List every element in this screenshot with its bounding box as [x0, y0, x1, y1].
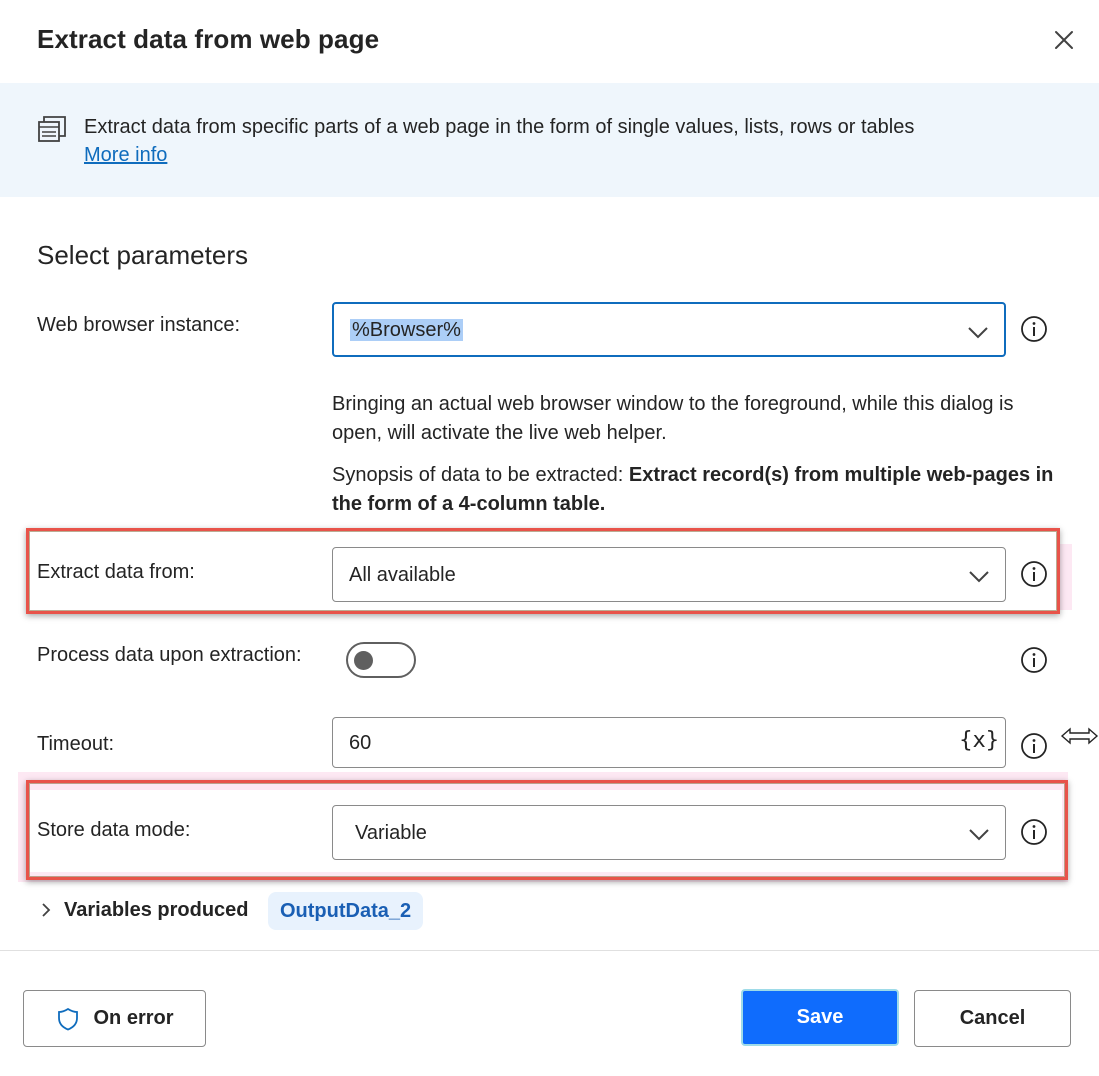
chevron-down-icon [969, 829, 989, 841]
more-info-link[interactable]: More info [84, 144, 167, 167]
browser-instance-dropdown[interactable]: %Browser% [332, 302, 1006, 357]
section-title: Select parameters [37, 240, 248, 270]
browser-instance-label: Web browser instance: [37, 314, 241, 336]
extract-from-value: All available [349, 564, 456, 586]
variables-produced-label[interactable]: Variables produced [64, 899, 249, 922]
timeout-input[interactable]: 60 {x} [332, 717, 1006, 768]
info-icon[interactable] [1020, 560, 1048, 588]
variable-output-pill[interactable]: OutputData_2 [268, 892, 424, 930]
on-error-label: On error [93, 1007, 174, 1029]
dialog-title: Extract data from web page [37, 24, 380, 54]
footer-divider [0, 950, 1099, 951]
info-icon[interactable] [1020, 646, 1048, 674]
store-mode-label: Store data mode: [37, 819, 191, 841]
browser-instance-value: %Browser% [350, 319, 463, 341]
synopsis-text: Synopsis of data to be extracted: Extrac… [332, 461, 1072, 519]
chevron-down-icon [968, 327, 988, 339]
extract-from-dropdown[interactable]: All available [332, 547, 1006, 602]
info-icon[interactable] [1020, 315, 1048, 343]
live-helper-hint: Bringing an actual web browser window to… [332, 393, 1014, 444]
chevron-down-icon [969, 571, 989, 583]
chevron-right-icon[interactable] [36, 900, 56, 920]
on-error-button[interactable]: On error [23, 990, 206, 1047]
store-mode-dropdown[interactable]: Variable [332, 805, 1006, 860]
info-icon[interactable] [1020, 732, 1048, 760]
insert-variable-button[interactable]: {x} [959, 728, 999, 753]
extract-from-label: Extract data from: [37, 561, 195, 583]
process-data-label: Process data upon extraction: [37, 644, 302, 666]
banner-description: Extract data from specific parts of a we… [84, 116, 915, 138]
synopsis-prefix: Synopsis of data to be extracted: [332, 464, 629, 486]
shield-icon [58, 1007, 79, 1030]
timeout-value: 60 [349, 732, 372, 754]
save-button[interactable]: Save [741, 989, 899, 1046]
close-button[interactable] [1048, 24, 1080, 56]
timeout-label: Timeout: [37, 733, 115, 755]
copy-icon [36, 113, 68, 145]
close-icon [1055, 31, 1073, 49]
toggle-knob [354, 651, 373, 670]
process-data-toggle[interactable] [346, 642, 416, 678]
info-banner [0, 83, 1099, 197]
highlight-glow [1058, 544, 1072, 610]
resize-cursor-icon [1060, 727, 1099, 745]
store-mode-value: Variable [355, 822, 427, 844]
cancel-button[interactable]: Cancel [914, 990, 1071, 1047]
info-icon[interactable] [1020, 818, 1048, 846]
